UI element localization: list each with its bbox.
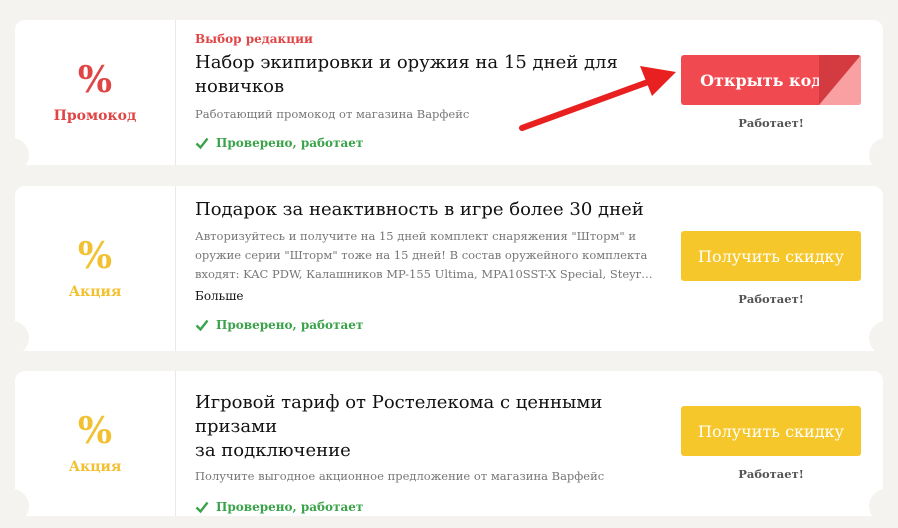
code-peel-corner [819, 55, 861, 105]
offer-content: Игровой тариф от Ростелекома с ценными п… [195, 391, 655, 514]
offer-description-line: входят: KAC PDW, Калашников MP-155 Ultim… [195, 267, 653, 281]
open-code-label: Открыть код [700, 70, 822, 90]
open-code-button[interactable]: Открыть код [681, 55, 861, 105]
offer-description: Получите выгодное акционное предложение … [195, 469, 605, 483]
verified-status: Проверено, работает [195, 318, 655, 332]
offer-description: Авторизуйтесь и получите на 15 дней комп… [195, 227, 655, 284]
percent-icon: % [77, 58, 113, 101]
offer-title[interactable]: Подарок за неактивность в игре более 30 … [195, 198, 655, 222]
works-status: Работает! [738, 292, 804, 306]
verified-text: Проверено, работает [216, 136, 364, 150]
more-link[interactable]: Больше [195, 289, 655, 303]
offer-type-panel: % Акция [15, 186, 176, 351]
offer-title[interactable]: Набор экипировки и оружия на 15 дней для… [195, 51, 655, 99]
offer-description-line: Авторизуйтесь и получите на 15 дней комп… [195, 229, 636, 243]
works-status: Работает! [738, 467, 804, 481]
offer-content: Подарок за неактивность в игре более 30 … [195, 198, 655, 332]
offer-type-panel: % Акция [15, 371, 176, 516]
verified-status: Проверено, работает [195, 500, 655, 514]
offer-description-line: оружие серии "Шторм" тоже на 15 дней! В … [195, 248, 648, 262]
verified-text: Проверено, работает [216, 318, 364, 332]
offer-title-line: Игровой тариф от Ростелекома с ценными п… [195, 392, 603, 437]
offer-title-line: новичков [195, 76, 285, 97]
offer-title-line: Набор экипировки и оружия на 15 дней для [195, 52, 618, 73]
verified-text: Проверено, работает [216, 500, 364, 514]
offer-title[interactable]: Игровой тариф от Ростелекома с ценными п… [195, 391, 655, 463]
verified-status: Проверено, работает [195, 136, 655, 150]
offer-card-promocode: % Промокод Выбор редакции Набор экипиров… [0, 20, 898, 172]
works-status: Работает! [738, 116, 804, 130]
offer-content: Выбор редакции Набор экипировки и оружия… [195, 32, 655, 150]
offer-type-label: Акция [68, 283, 122, 300]
get-discount-button[interactable]: Получить скидку [681, 231, 861, 281]
offer-title-line: за подключение [195, 440, 351, 461]
percent-icon: % [77, 234, 113, 277]
get-discount-button[interactable]: Получить скидку [681, 406, 861, 456]
offer-card-action: % Акция Игровой тариф от Ростелекома с ц… [0, 371, 898, 523]
percent-icon: % [77, 409, 113, 452]
check-icon [195, 319, 209, 332]
offer-card-action: % Акция Подарок за неактивность в игре б… [0, 186, 898, 355]
offer-type-panel: % Промокод [15, 20, 176, 165]
check-icon [195, 137, 209, 150]
offer-type-label: Промокод [53, 107, 137, 124]
editor-choice-badge: Выбор редакции [195, 32, 313, 46]
offer-type-label: Акция [68, 458, 122, 475]
check-icon [195, 501, 209, 514]
offer-description: Работающий промокод от магазина Варфейс [195, 107, 470, 121]
